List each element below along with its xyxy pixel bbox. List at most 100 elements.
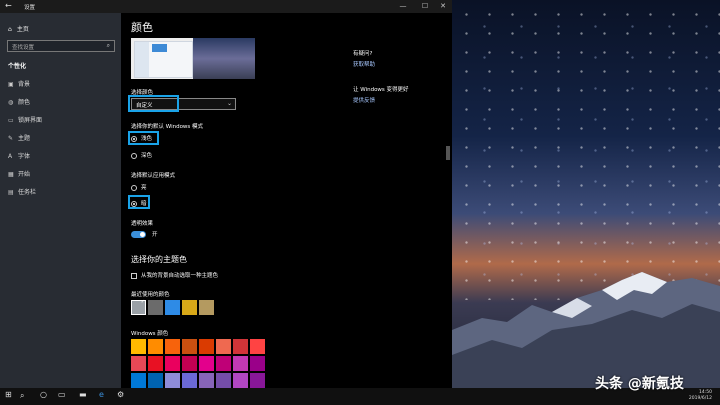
- windows-color-swatch[interactable]: [165, 356, 180, 371]
- sidebar-item-5[interactable]: ▦ 开始: [8, 169, 30, 178]
- brush-icon: ✎: [8, 135, 14, 142]
- recent-color-swatch[interactable]: [131, 299, 146, 315]
- transparency-label: 透明效果: [131, 221, 154, 227]
- settings-window: ← 设置 — ☐ ✕ ⌂ 主页 查找设置 ⌕ 个性化 ▣ 背景 ◍ 颜色 ▭ 锁屏界面 ✎ 主题…: [0, 0, 452, 388]
- recent-color-swatch[interactable]: [182, 300, 197, 315]
- sidebar-item-0[interactable]: ▣ 背景: [8, 79, 30, 88]
- windows-color-swatch[interactable]: [182, 373, 197, 388]
- wallpaper-stars: [452, 0, 720, 300]
- search-input[interactable]: 查找设置 ⌕: [7, 40, 115, 52]
- radio-label: 亮: [141, 185, 147, 191]
- sidebar-item-3[interactable]: ✎ 主题: [8, 133, 30, 142]
- edge-icon[interactable]: e: [99, 390, 104, 399]
- watermark: 头条 @新氪技: [595, 376, 684, 392]
- taskbar-icon: ▤: [8, 189, 14, 196]
- checkbox-icon: [131, 272, 137, 279]
- radio-icon: [131, 184, 137, 191]
- date: 2019/6/12: [688, 396, 712, 401]
- windows-color-swatch[interactable]: [165, 373, 180, 388]
- transparency-toggle[interactable]: [131, 231, 146, 238]
- sidebar-item-2[interactable]: ▭ 锁屏界面: [8, 115, 42, 124]
- font-icon: A: [8, 153, 13, 160]
- sidebar-item-1[interactable]: ◍ 颜色: [8, 97, 30, 106]
- windows-color-swatch[interactable]: [148, 339, 163, 354]
- highlight-box: [128, 131, 159, 145]
- windows-color-swatch[interactable]: [199, 373, 214, 388]
- feedback-title: 让 Windows 变得更好: [353, 87, 409, 93]
- windows-color-swatch[interactable]: [131, 356, 146, 371]
- app-mode-light-radio[interactable]: 亮: [131, 183, 147, 191]
- auto-accent-label: 从我的背景自动选取一种主题色: [141, 273, 219, 279]
- sidebar-item-label: 颜色: [18, 99, 31, 106]
- sidebar-item-label: 任务栏: [18, 189, 37, 196]
- chevron-down-icon: ⌄: [226, 100, 232, 107]
- windows-color-swatch[interactable]: [216, 373, 231, 388]
- palette-icon: ◍: [8, 99, 14, 106]
- windows-color-swatch[interactable]: [148, 356, 163, 371]
- radio-icon: [131, 152, 137, 159]
- sidebar-item-6[interactable]: ▤ 任务栏: [8, 187, 36, 196]
- windows-color-swatch[interactable]: [182, 339, 197, 354]
- theme-preview: [131, 38, 255, 79]
- windows-color-swatch[interactable]: [233, 373, 248, 388]
- search-icon[interactable]: ⌕: [20, 391, 24, 401]
- recent-color-swatch[interactable]: [148, 300, 163, 315]
- start-icon[interactable]: ⊞: [5, 390, 12, 399]
- sidebar-home-label: 主页: [16, 26, 29, 33]
- lock-screen-icon: ▭: [8, 117, 14, 124]
- wallpaper-mountain: [452, 272, 720, 388]
- sidebar-item-label: 主题: [18, 135, 31, 142]
- window-title: 设置: [24, 5, 36, 11]
- picture-icon: ▣: [8, 81, 14, 88]
- windows-colors-label: Windows 颜色: [131, 331, 169, 337]
- highlight-box: [128, 195, 150, 209]
- back-button[interactable]: ←: [5, 1, 12, 10]
- windows-color-swatch[interactable]: [233, 356, 248, 371]
- sidebar-item-label: 背景: [18, 81, 31, 88]
- windows-color-swatch[interactable]: [216, 356, 231, 371]
- recent-color-swatch[interactable]: [165, 300, 180, 315]
- windows-color-swatch[interactable]: [233, 339, 248, 354]
- highlight-box: [128, 95, 179, 112]
- recent-color-swatch[interactable]: [199, 300, 214, 315]
- windows-color-swatch[interactable]: [199, 356, 214, 371]
- cortana-icon[interactable]: ○: [40, 390, 47, 399]
- main-content: 颜色 选择颜色 自定义 ⌄ 选择你的默认 Windows 模式 浅色 深色 选择…: [121, 13, 452, 388]
- close-button[interactable]: ✕: [437, 2, 449, 10]
- minimize-button[interactable]: —: [397, 2, 409, 10]
- file-explorer-icon[interactable]: ▬: [79, 390, 87, 399]
- settings-gear-icon[interactable]: ⚙: [117, 390, 124, 399]
- windows-color-swatch[interactable]: [199, 339, 214, 354]
- search-icon: ⌕: [106, 42, 110, 49]
- recent-colors-label: 最近使用的颜色: [131, 292, 170, 298]
- radio-label: 深色: [141, 153, 153, 159]
- maximize-button[interactable]: ☐: [419, 2, 431, 10]
- feedback-link[interactable]: 提供反馈: [353, 96, 375, 104]
- windows-color-swatch[interactable]: [148, 373, 163, 388]
- windows-color-swatch[interactable]: [216, 339, 231, 354]
- windows-color-swatch[interactable]: [250, 373, 265, 388]
- clock[interactable]: 14:50 2019/6/12: [689, 390, 712, 402]
- page-title: 颜色: [131, 21, 153, 34]
- windows-mode-label: 选择你的默认 Windows 模式: [131, 124, 204, 130]
- sidebar-item-4[interactable]: A 字体: [8, 151, 30, 160]
- sidebar-item-label: 锁屏界面: [18, 117, 43, 124]
- help-question: 有疑问?: [353, 51, 373, 57]
- sidebar-section-title: 个性化: [8, 63, 27, 70]
- start-icon: ▦: [8, 171, 14, 178]
- windows-color-swatch[interactable]: [250, 356, 265, 371]
- auto-accent-checkbox[interactable]: 从我的背景自动选取一种主题色: [131, 271, 218, 279]
- get-help-link[interactable]: 获取帮助: [353, 60, 375, 68]
- scrollbar[interactable]: [446, 146, 450, 160]
- task-view-icon[interactable]: ▭: [58, 390, 66, 399]
- windows-color-swatch[interactable]: [131, 339, 146, 354]
- windows-color-swatch[interactable]: [165, 339, 180, 354]
- windows-mode-dark-radio[interactable]: 深色: [131, 151, 152, 159]
- windows-color-swatch[interactable]: [182, 356, 197, 371]
- accent-title: 选择你的主题色: [131, 255, 187, 264]
- windows-color-swatch[interactable]: [250, 339, 265, 354]
- search-placeholder: 查找设置: [12, 45, 35, 51]
- windows-color-swatch[interactable]: [131, 373, 146, 388]
- sidebar-home[interactable]: ⌂ 主页: [8, 24, 29, 33]
- home-icon: ⌂: [8, 26, 12, 33]
